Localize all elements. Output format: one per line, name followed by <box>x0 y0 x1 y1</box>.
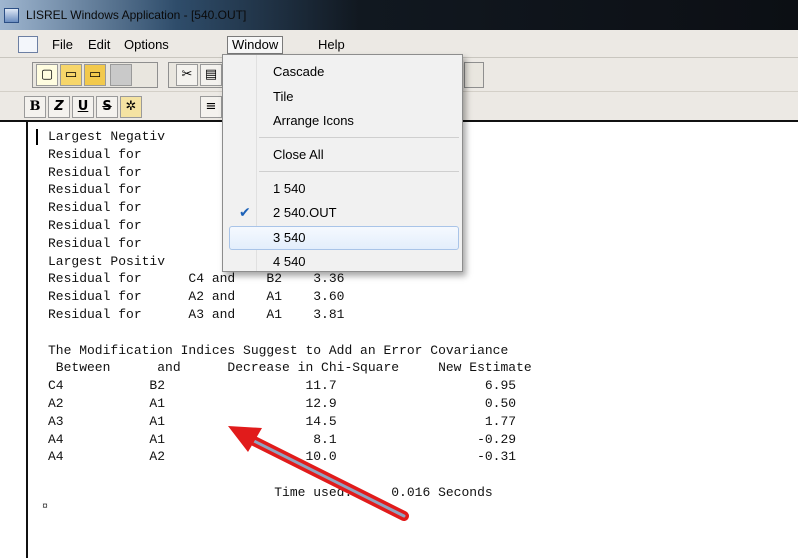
cut-icon[interactable]: ✂ <box>176 64 198 86</box>
bold-icon[interactable]: B <box>24 96 46 118</box>
output-line: Time used: 0.016 Seconds <box>48 485 493 500</box>
checkmark-icon: ✔ <box>239 205 251 221</box>
new-file-icon[interactable]: ▢ <box>36 64 58 86</box>
align-icon[interactable]: ≡ <box>200 96 222 118</box>
output-line: A3 A1 14.5 1.77 <box>48 413 517 429</box>
document-icon[interactable] <box>18 36 38 53</box>
color-icon[interactable]: ✲ <box>120 96 142 118</box>
toolbar-end-group <box>464 62 484 88</box>
text-caret <box>36 129 38 145</box>
output-line: A2 A1 12.9 0.50 <box>48 396 517 411</box>
output-line: A4 A2 10.0 -0.31 <box>48 449 517 465</box>
menu-item-arrange-icons[interactable]: Arrange Icons <box>273 113 354 128</box>
output-line: Between and Decrease in Chi-Square New E… <box>48 360 532 376</box>
menu-help[interactable]: Help <box>318 38 345 52</box>
underline-icon[interactable]: U <box>72 96 94 118</box>
output-line: Residual for A2 and A1 3.60 <box>48 289 345 305</box>
menu-item-window-2[interactable]: 2 540.OUT <box>273 205 337 220</box>
output-line: A4 A1 8.1 -0.29 <box>48 431 517 447</box>
menu-separator <box>259 171 459 172</box>
app-icon[interactable] <box>4 8 19 23</box>
menu-file[interactable]: File <box>52 38 73 52</box>
menu-item-window-1[interactable]: 1 540 <box>273 181 306 196</box>
window-menu-dropdown: Cascade Tile Arrange Icons Close All 1 5… <box>222 54 463 272</box>
menu-item-window-4[interactable]: 4 540 <box>273 254 306 269</box>
copy-icon[interactable]: ▤ <box>200 64 222 86</box>
window-title: LISREL Windows Application - [540.OUT] <box>26 8 247 22</box>
strikethrough-icon[interactable]: S <box>96 96 118 118</box>
blank-icon[interactable] <box>110 64 132 86</box>
menu-edit[interactable]: Edit <box>88 38 110 52</box>
menu-item-window-3[interactable]: 3 540 <box>273 230 306 245</box>
menu-item-tile[interactable]: Tile <box>273 89 293 104</box>
italic-icon[interactable]: Z <box>48 96 70 118</box>
menu-hover-highlight <box>229 226 459 250</box>
menu-item-cascade[interactable]: Cascade <box>273 64 324 79</box>
output-line: Residual for A3 and A1 3.81 <box>48 307 345 322</box>
save-folder-icon[interactable]: ▭ <box>84 64 106 86</box>
title-bar: LISREL Windows Application - [540.OUT] <box>0 0 798 30</box>
menu-item-close-all[interactable]: Close All <box>273 147 324 162</box>
open-folder-icon[interactable]: ▭ <box>60 64 82 86</box>
output-line: Residual for C4 and B2 3.36 <box>48 271 345 287</box>
menu-separator <box>259 137 459 138</box>
menu-options[interactable]: Options <box>124 38 169 52</box>
output-line: C4 B2 11.7 6.95 <box>48 378 517 394</box>
end-of-file-mark: ¤ <box>42 502 49 513</box>
menu-window[interactable]: Window <box>227 36 284 54</box>
editor-left-margin <box>0 122 28 558</box>
output-line: The Modification Indices Suggest to Add … <box>48 342 509 358</box>
